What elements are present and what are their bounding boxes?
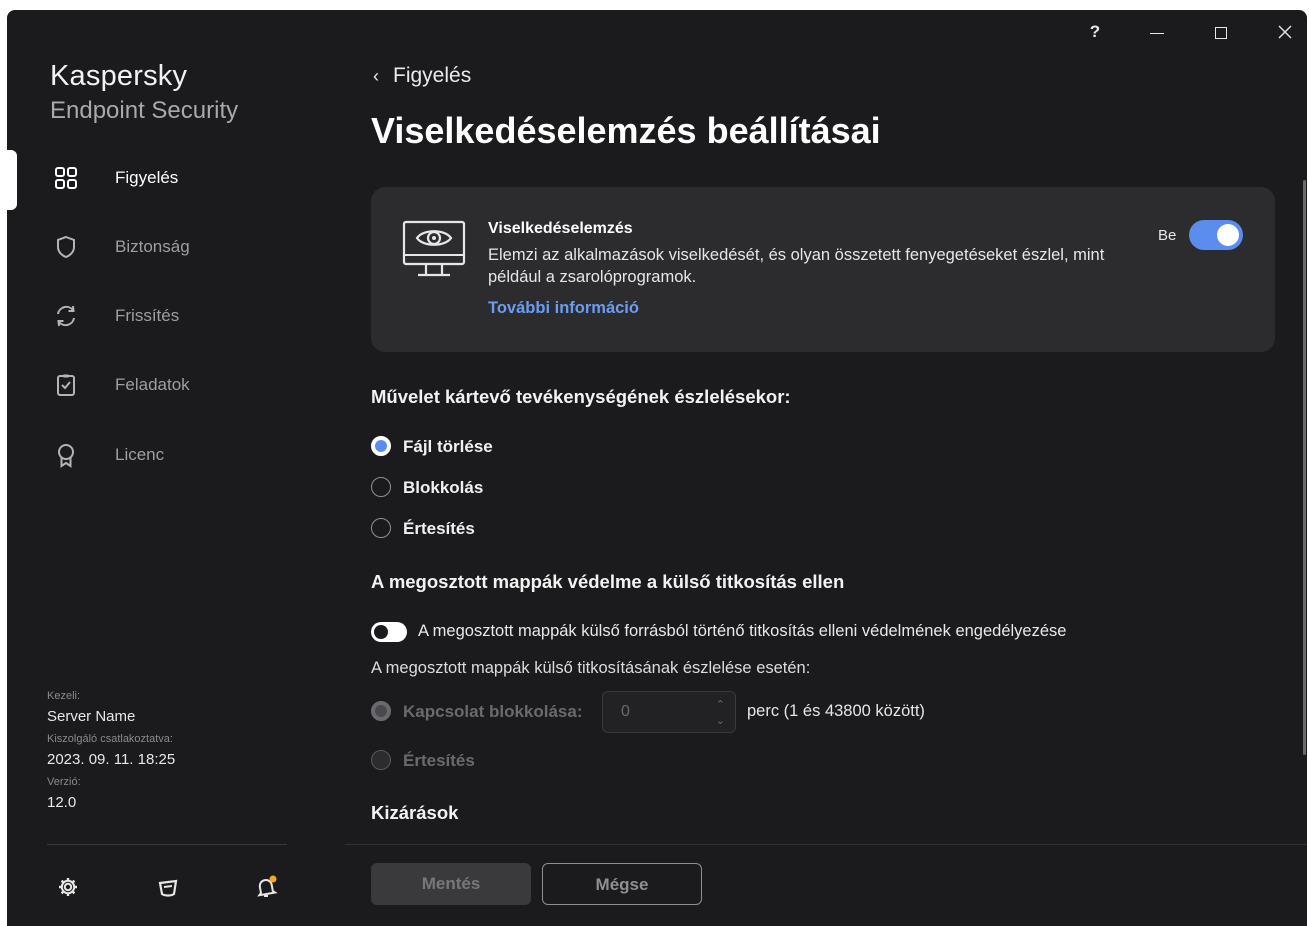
- app-window: ? Kaspersky Endpoint Security Figyelés B…: [7, 10, 1307, 926]
- radio-label: Fájl törlése: [403, 437, 493, 456]
- sidebar-item-label: Licenc: [115, 445, 165, 464]
- back-link-label: Figyelés: [393, 64, 472, 87]
- action-heading: Művelet kártevő tevékenységének észlelés…: [371, 386, 791, 407]
- monitor-eye-icon: [402, 220, 466, 277]
- radio-dot: [371, 477, 391, 497]
- sidebar-item-label: Biztonság: [115, 237, 190, 256]
- sidebar-item-frissites[interactable]: Frissítés: [47, 295, 307, 339]
- product-name: Endpoint Security: [50, 97, 239, 124]
- shared-folders-toggle[interactable]: [371, 622, 407, 642]
- server-name: Server Name: [47, 708, 136, 725]
- card-title: Viselkedéselemzés: [488, 220, 633, 237]
- sidebar-item-figyeles[interactable]: Figyelés: [47, 157, 307, 201]
- minimize-button[interactable]: [1142, 22, 1172, 42]
- sidebar-item-feladatok[interactable]: Feladatok: [47, 364, 307, 408]
- notifications-button[interactable]: [253, 874, 279, 900]
- radio-dot: [371, 701, 391, 721]
- shared-folders-toggle-label: A megosztott mappák külső forrásból tört…: [418, 622, 1067, 640]
- sidebar-item-label: Frissítés: [115, 306, 180, 325]
- radio-dot: [371, 518, 391, 538]
- radio-label: Kapcsolat blokkolása:: [403, 702, 583, 721]
- more-info-link[interactable]: További információ: [488, 299, 639, 318]
- close-button[interactable]: [1270, 22, 1300, 40]
- sidebar-item-label: Figyelés: [115, 168, 179, 187]
- scrollbar[interactable]: [1303, 180, 1306, 755]
- toggle-state-label: Be: [1158, 227, 1177, 244]
- block-minutes-value: 0: [621, 703, 630, 720]
- behavior-detection-toggle[interactable]: [1189, 220, 1243, 250]
- managed-by-label: Kezeli:: [47, 690, 81, 702]
- maximize-button[interactable]: [1206, 22, 1236, 42]
- brand-name: Kaspersky: [50, 60, 188, 92]
- chevron-left-icon: ‹: [373, 66, 379, 86]
- behavior-detection-card: Viselkedéselemzés Elemzi az alkalmazások…: [371, 187, 1275, 352]
- page-title: Viselkedéselemzés beállításai: [371, 110, 881, 151]
- radio-label: Blokkolás: [403, 478, 484, 497]
- support-button[interactable]: [155, 874, 181, 900]
- help-button[interactable]: ?: [1080, 22, 1110, 42]
- clipboard-check-icon: [57, 374, 75, 396]
- close-icon: [1278, 25, 1292, 39]
- sidebar-item-licenc[interactable]: Licenc: [47, 434, 307, 478]
- block-range-label: perc (1 és 43800 között): [747, 702, 925, 720]
- radio-label: Értesítés: [403, 519, 475, 538]
- version-value: 12.0: [47, 794, 77, 811]
- gear-icon: [59, 878, 77, 896]
- card-description: Elemzi az alkalmazások viselkedését, és …: [488, 246, 1105, 286]
- award-icon: [58, 444, 74, 468]
- exclusions-heading: Kizárások: [371, 802, 459, 823]
- save-button[interactable]: Mentés: [371, 863, 531, 905]
- shield-icon: [57, 235, 75, 259]
- back-link[interactable]: ‹ Figyelés: [373, 64, 471, 88]
- sidebar-divider: [47, 844, 287, 845]
- block-minutes-stepper[interactable]: 0 ⌃ ⌄: [602, 691, 736, 733]
- chevron-up-icon[interactable]: ⌃: [716, 698, 725, 711]
- support-icon: [158, 879, 178, 897]
- cancel-button[interactable]: Mégse: [542, 863, 702, 905]
- radio-dot: [371, 436, 391, 456]
- radio-label: Értesítés: [403, 751, 475, 770]
- footer-divider: [345, 844, 1307, 845]
- version-label: Verzió:: [47, 776, 81, 788]
- server-connected-label: Kiszolgáló csatlakoztatva:: [47, 733, 173, 745]
- refresh-icon: [57, 305, 75, 327]
- shared-folders-heading: A megosztott mappák védelme a külső titk…: [371, 571, 845, 592]
- shared-detect-label: A megosztott mappák külső titkosításának…: [371, 659, 811, 677]
- active-nav-indicator: [7, 150, 17, 210]
- sidebar-item-biztonsag[interactable]: Biztonság: [47, 226, 307, 270]
- sidebar-item-label: Feladatok: [115, 375, 190, 394]
- minimize-icon: [1150, 32, 1164, 34]
- chevron-down-icon[interactable]: ⌄: [716, 714, 725, 727]
- grid-icon: [55, 167, 77, 189]
- server-connected-time: 2023. 09. 11. 18:25: [47, 751, 176, 768]
- settings-button[interactable]: [55, 874, 81, 900]
- maximize-icon: [1215, 27, 1227, 40]
- radio-dot: [371, 750, 391, 770]
- bell-icon: [257, 875, 278, 897]
